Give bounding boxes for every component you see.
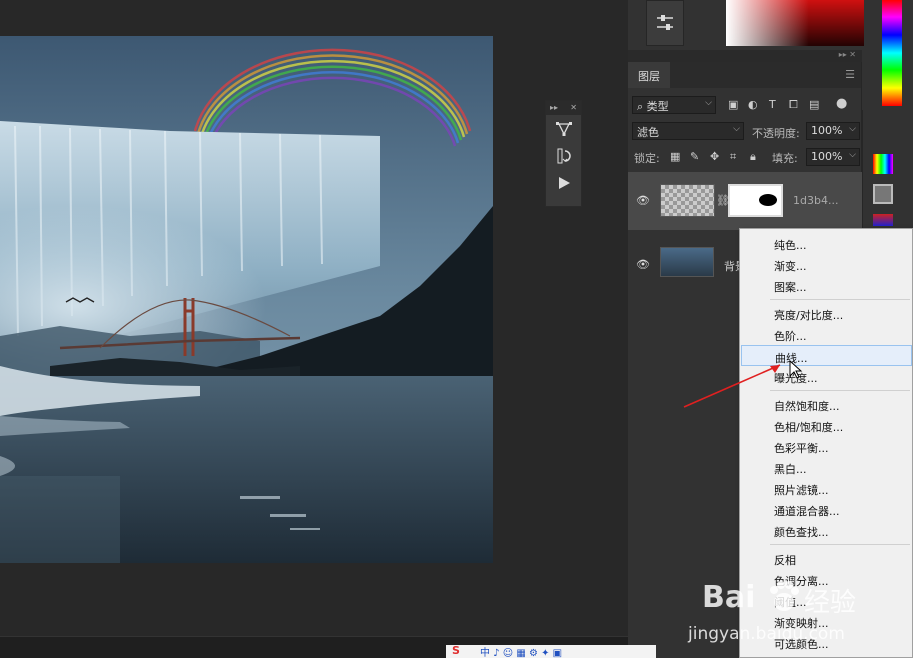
- panel-menu-icon[interactable]: ☰: [845, 68, 855, 81]
- watermark-brand: Bai: [702, 580, 756, 615]
- lock-brush-icon[interactable]: ✎: [690, 150, 699, 163]
- filter-type-value: 类型: [646, 100, 669, 113]
- layer-row[interactable]: 👁︎ ⛓︎ 1d3b4...: [628, 172, 862, 230]
- panel-collapse-bar[interactable]: ▸▸ ✕: [628, 50, 862, 62]
- filter-toggle-icon[interactable]: ●: [836, 96, 847, 111]
- canvas-area[interactable]: [0, 0, 628, 636]
- hue-slider[interactable]: [882, 0, 902, 106]
- filter-shape-icon[interactable]: ⧠: [789, 98, 798, 112]
- menu-separator: [770, 544, 910, 545]
- menu-item[interactable]: 色阶...: [741, 324, 912, 345]
- color-box-icon[interactable]: [873, 184, 893, 204]
- lock-row: 锁定: ▦ ✎ ✥ ⌗ 🔒︎ 填充: 100% ⌵: [628, 146, 862, 168]
- fill-value: 100%: [811, 150, 843, 163]
- filter-smart-object-icon[interactable]: ▤: [809, 98, 819, 111]
- menu-item[interactable]: 色相/饱和度...: [741, 415, 912, 436]
- menu-item[interactable]: 纯色...: [741, 233, 912, 254]
- filter-adjustment-icon[interactable]: ◐: [748, 98, 758, 111]
- waterfall-photo: [0, 36, 493, 563]
- search-icon: ⌕: [637, 100, 644, 113]
- close-icon[interactable]: ✕: [570, 103, 577, 115]
- annotation-arrow: [683, 364, 781, 408]
- opacity-value: 100%: [811, 124, 843, 137]
- mask-shape: [759, 194, 777, 206]
- filter-pixel-icon[interactable]: ▣: [728, 98, 738, 111]
- collapse-icon[interactable]: ▸▸: [550, 103, 558, 115]
- menu-item[interactable]: 反相: [741, 548, 912, 569]
- blend-row: 滤色 ⌵ 不透明度: 100% ⌵: [628, 120, 862, 142]
- watermark-brand-cn: 经验: [804, 588, 857, 618]
- blend-mode-select[interactable]: 滤色 ⌵: [632, 122, 744, 140]
- mini-panel-header: ▸▸ ✕: [546, 101, 581, 115]
- play-icon: [558, 176, 570, 189]
- eye-icon[interactable]: 👁︎: [636, 258, 650, 271]
- color-picker-field[interactable]: [726, 0, 864, 46]
- lock-label: 锁定:: [634, 152, 660, 165]
- adjustment-history-icon: [557, 148, 571, 163]
- pen-path-tool[interactable]: [546, 115, 581, 142]
- menu-item[interactable]: 颜色查找...: [741, 520, 912, 541]
- pen-path-icon: [555, 121, 572, 136]
- color-panel: [628, 0, 913, 50]
- lock-artboard-icon[interactable]: ⌗: [730, 150, 736, 164]
- lock-transparent-icon[interactable]: ▦: [670, 150, 680, 163]
- input-method-icon[interactable]: S: [452, 644, 460, 657]
- chevron-down-icon: ⌵: [705, 98, 712, 108]
- watermark-url: jingyan.baidu.com: [688, 624, 845, 644]
- filter-type-text-icon[interactable]: T: [769, 98, 776, 111]
- filter-type-select[interactable]: ⌕ 类型 ⌵: [632, 96, 716, 114]
- system-tray: S 中 ♪ ☺ ▦ ⚙ ✦ ▣: [446, 644, 656, 658]
- adjustments-shortcut[interactable]: [646, 0, 684, 46]
- gradient-icon[interactable]: [873, 214, 893, 226]
- menu-item[interactable]: 图案...: [741, 275, 912, 296]
- eye-icon[interactable]: 👁︎: [636, 194, 650, 207]
- opacity-field[interactable]: 100% ⌵: [806, 122, 860, 140]
- tab-layers[interactable]: 图层: [628, 62, 670, 88]
- layer-mask-thumbnail[interactable]: [728, 184, 783, 217]
- layer-filter-row: ⌕ 类型 ⌵ ▣ ◐ T ⧠ ▤ ●: [628, 94, 862, 116]
- opacity-label: 不透明度:: [752, 127, 800, 140]
- swatches-icon[interactable]: [873, 154, 893, 174]
- layers-tabbar: 图层 ☰: [628, 62, 861, 88]
- properties-mini-panel[interactable]: ▸▸ ✕: [545, 100, 582, 207]
- sliders-icon: [657, 15, 673, 30]
- menu-item[interactable]: 渐变...: [741, 254, 912, 275]
- document-image[interactable]: [0, 36, 493, 563]
- layer-name: 1d3b4...: [793, 194, 839, 207]
- chevron-down-icon: ⌵: [733, 124, 740, 134]
- chevron-down-icon: ⌵: [849, 150, 856, 160]
- lock-all-icon[interactable]: 🔒︎: [750, 150, 756, 164]
- fill-field[interactable]: 100% ⌵: [806, 148, 860, 166]
- menu-item[interactable]: 色彩平衡...: [741, 436, 912, 457]
- photoshop-window: ▸▸ ✕ ▸▸ ✕ 图层 ☰ ⌕ 类型 ⌵ ▣ ◐ T ⧠ ▤ ● 滤色 ⌵ 不…: [0, 0, 913, 658]
- menu-item[interactable]: 照片滤镜...: [741, 478, 912, 499]
- tray-icon[interactable]: 中 ♪ ☺ ▦ ⚙ ✦ ▣: [480, 644, 562, 658]
- layer-thumbnail[interactable]: [660, 247, 714, 277]
- blend-mode-value: 滤色: [637, 126, 659, 139]
- play-tool[interactable]: [546, 169, 581, 196]
- menu-separator: [770, 299, 910, 300]
- watermark: Bai 经验 jingyan.baidu.com: [688, 580, 902, 656]
- layer-thumbnail[interactable]: [660, 184, 715, 217]
- menu-item[interactable]: 黑白...: [741, 457, 912, 478]
- menu-item[interactable]: 通道混合器...: [741, 499, 912, 520]
- baidu-paw-icon: [770, 581, 799, 611]
- lock-move-icon[interactable]: ✥: [710, 150, 719, 163]
- chevron-down-icon: ⌵: [849, 124, 856, 134]
- cursor-icon: [789, 360, 803, 379]
- fill-label: 填充:: [772, 152, 798, 165]
- adjust-tool[interactable]: [546, 142, 581, 169]
- menu-item[interactable]: 亮度/对比度...: [741, 303, 912, 324]
